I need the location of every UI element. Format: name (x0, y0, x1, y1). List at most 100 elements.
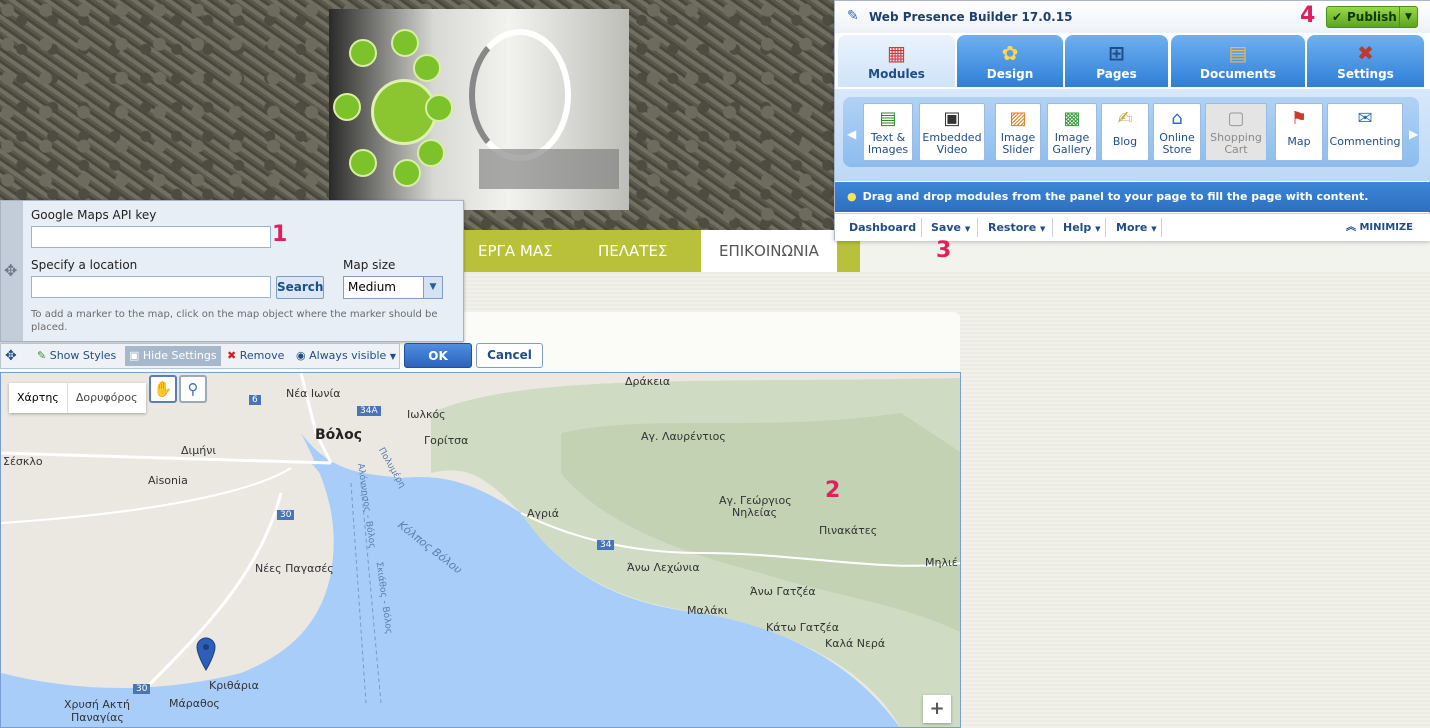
map-size-label: Map size (343, 258, 396, 272)
module-map[interactable]: ⚑ Map (1275, 103, 1323, 161)
tab-label: Modules (868, 67, 925, 81)
show-styles-label: Show Styles (49, 349, 117, 362)
map-size-value: Medium (348, 280, 396, 294)
annotation-4: 4 (1300, 3, 1316, 28)
divider (1052, 218, 1053, 237)
publish-label: Publish (1347, 10, 1397, 24)
map-marker-icon[interactable] (196, 637, 216, 671)
chevron-down-icon[interactable]: ▼ (1399, 7, 1417, 27)
nav-item-contact[interactable]: ΕΠΙΚΟΙΝΩΝΙΑ (701, 230, 837, 272)
wpb-menubar: Dashboard Save ▼ Restore ▼ Help ▼ More ▼… (835, 213, 1430, 241)
module-image-gallery[interactable]: ▩ Image Gallery (1047, 103, 1097, 161)
map-type-satellite[interactable]: Δορυφόρος (66, 383, 146, 413)
nav-item-works[interactable]: ΕΡΓΑ ΜΑΣ (460, 230, 571, 272)
wpb-tabs: ▦ Modules ✿ Design ⊞ Pages ▤ Documents ✖ Sett… (835, 33, 1430, 89)
modules-ribbon: ◀ ▤ Text & Images ▣ Embedded Video ▨ Image Sli… (835, 89, 1430, 181)
road-badge: 6 (249, 395, 261, 405)
tab-settings[interactable]: ✖ Settings (1307, 35, 1424, 87)
minimize-button[interactable]: ︽ MINIMIZE (1346, 214, 1413, 241)
publish-button[interactable]: ✔ Publish ▼ (1326, 6, 1418, 28)
cart-icon: ▢ (1227, 108, 1245, 129)
module-label: Map (1287, 135, 1311, 148)
menu-restore[interactable]: Restore ▼ (988, 214, 1045, 241)
nav-item-clients[interactable]: ΠΕΛΑΤΕΣ (580, 230, 685, 272)
place-label: Βόλος (315, 427, 363, 443)
module-label: Video (936, 143, 968, 156)
palette-icon: ✿ (1001, 41, 1019, 65)
module-blog[interactable]: ✍ Blog (1101, 103, 1149, 161)
menu-dashboard[interactable]: Dashboard (849, 214, 916, 241)
module-text-images[interactable]: ▤ Text & Images (863, 103, 913, 161)
place-label: Διμήνι (181, 444, 217, 457)
close-icon: ✖ (227, 349, 237, 362)
location-input[interactable] (31, 276, 271, 298)
tab-label: Design (986, 67, 1034, 81)
green-node (425, 94, 453, 122)
brush-icon: ✎ (37, 349, 47, 362)
settings-icon: ▣ (129, 349, 140, 362)
map-type-map[interactable]: Χάρτης (9, 383, 67, 413)
api-key-input[interactable] (31, 226, 271, 248)
module-commenting[interactable]: ✉ Commenting (1327, 103, 1403, 161)
web-presence-builder-panel: ✎ Web Presence Builder 17.0.15 ✔ Publish… (834, 0, 1430, 241)
ok-button[interactable]: OK (404, 343, 472, 368)
hide-settings-button[interactable]: ▣ Hide Settings (125, 346, 221, 366)
info-bar: ● Drag and drop modules from the panel to… (835, 182, 1430, 212)
remove-button[interactable]: ✖ Remove (227, 344, 284, 368)
move-icon[interactable]: ✥ (5, 344, 17, 368)
zoom-in-button[interactable]: + (923, 695, 951, 723)
info-text: Drag and drop modules from the panel to … (862, 190, 1369, 203)
module-shopping-cart[interactable]: ▢ Shopping Cart (1205, 103, 1267, 161)
menu-help[interactable]: Help ▼ (1063, 214, 1101, 241)
place-label: Καλά Νερά (825, 637, 886, 650)
map-size-select[interactable]: Medium ▼ (343, 276, 443, 299)
menu-more-label: More (1116, 221, 1148, 234)
map-icon: ⚑ (1290, 108, 1308, 129)
place-label: Άνω Λεχώνια (627, 561, 700, 574)
green-node (393, 159, 421, 187)
place-label: Νέες Παγασές (255, 562, 334, 575)
slider-icon: ▨ (1009, 108, 1027, 129)
search-button[interactable]: Search (276, 276, 324, 299)
cancel-button[interactable]: Cancel (476, 343, 543, 368)
tab-design[interactable]: ✿ Design (957, 35, 1063, 87)
show-styles-button[interactable]: ✎ Show Styles (37, 344, 116, 368)
tab-documents[interactable]: ▤ Documents (1171, 35, 1305, 87)
module-label: Blog (1112, 135, 1138, 148)
wpb-titlebar: ✎ Web Presence Builder 17.0.15 ✔ Publish… (835, 1, 1430, 33)
gallery-icon: ▩ (1063, 108, 1081, 129)
module-image-slider[interactable]: ▨ Image Slider (995, 103, 1041, 161)
road-badge: 30 (277, 510, 295, 520)
menu-more[interactable]: More ▼ (1116, 214, 1157, 241)
drag-handle[interactable]: ✥ (1, 201, 23, 341)
scroll-right-icon[interactable]: ▶ (1409, 127, 1418, 141)
tab-label: Documents (1200, 67, 1276, 81)
tab-pages[interactable]: ⊞ Pages (1065, 35, 1168, 87)
module-embedded-video[interactable]: ▣ Embedded Video (919, 103, 985, 161)
place-label: Σέσκλο (3, 455, 43, 468)
annotation-1: 1 (272, 222, 288, 247)
green-node (413, 54, 441, 82)
marker-tool-icon[interactable]: ⚲ (179, 375, 207, 403)
lightbulb-icon: ● (847, 190, 857, 203)
google-map[interactable]: Χάρτης Δορυφόρος ✋ ⚲ Νέα Ιωνία Βόλος Ιωλκ… (0, 372, 961, 728)
chevron-down-icon: ▼ (389, 352, 396, 361)
place-label: Κάτω Γατζέα (766, 621, 839, 634)
chevron-down-icon: ▼ (964, 225, 971, 233)
module-online-store[interactable]: ⌂ Online Store (1153, 103, 1201, 161)
annotation-2: 2 (825, 478, 841, 503)
table-decoration (479, 149, 619, 189)
place-label: Μαλάκι (687, 604, 728, 617)
place-label: Πινακάτες (819, 524, 878, 537)
sitemap-icon: ⊞ (1108, 41, 1125, 65)
chevron-down-icon: ▼ (423, 277, 442, 298)
hand-tool-icon[interactable]: ✋ (149, 375, 177, 403)
tab-modules[interactable]: ▦ Modules (838, 35, 955, 87)
documents-icon: ▤ (1228, 41, 1248, 65)
wpb-logo-icon: ✎ (847, 8, 859, 24)
menu-save[interactable]: Save ▼ (931, 214, 970, 241)
scroll-left-icon[interactable]: ◀ (847, 127, 856, 141)
always-visible-dropdown[interactable]: ◉ Always visible ▼ (296, 344, 396, 368)
place-label: Aisonia (148, 474, 188, 487)
green-node (349, 149, 377, 177)
